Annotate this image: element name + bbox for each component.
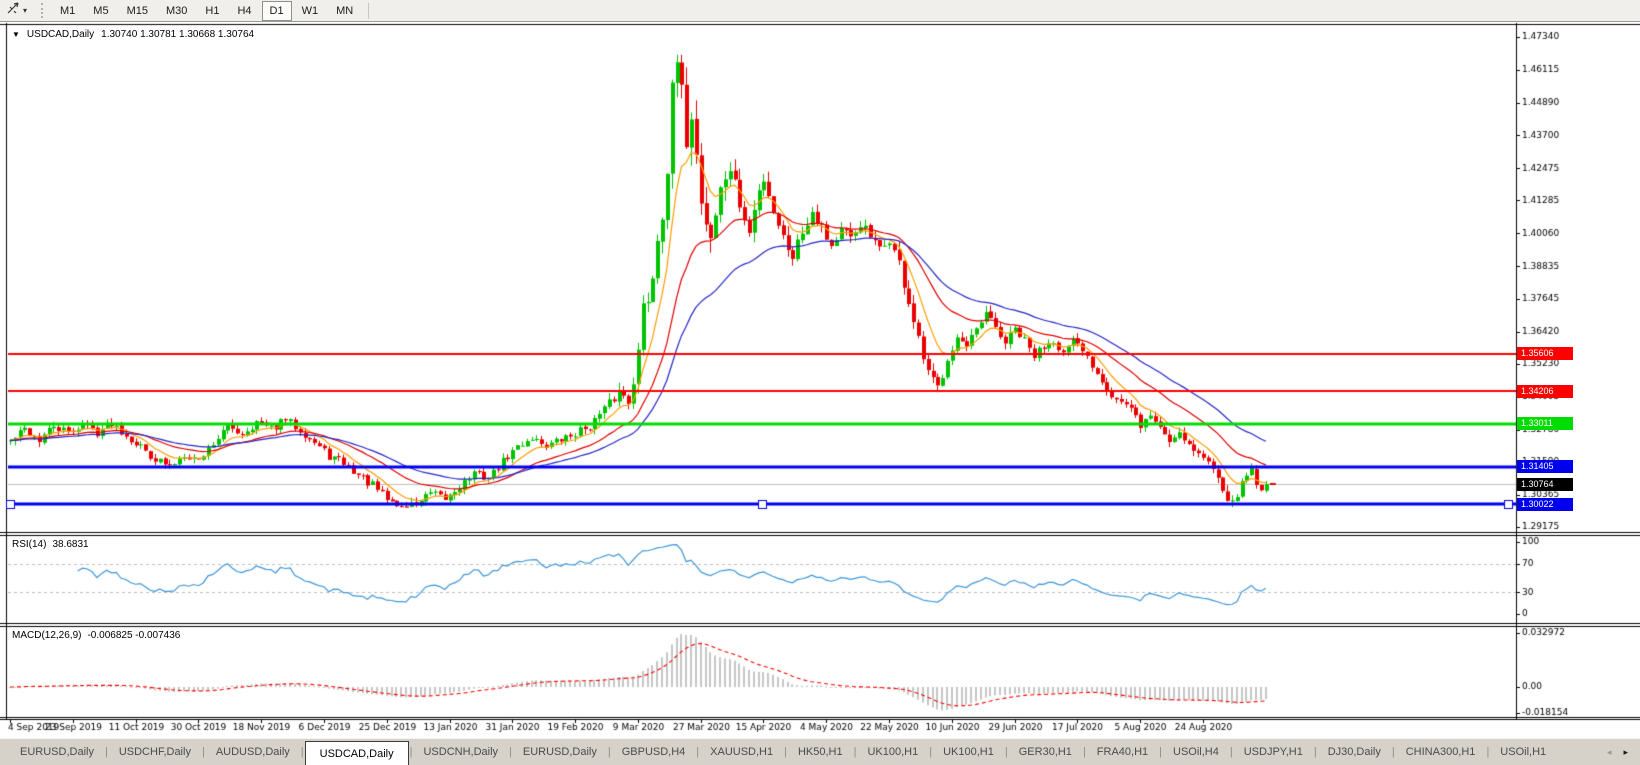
timeframe-button-m30[interactable]: M30 xyxy=(158,1,195,21)
timeframe-button-m1[interactable]: M1 xyxy=(52,1,83,21)
timeframe-button-h1[interactable]: H1 xyxy=(197,1,227,21)
tab-scroll-left-icon[interactable]: ◂ xyxy=(1607,747,1612,757)
bottom-tab-hk50-h1[interactable]: HK50,H1 xyxy=(788,739,853,765)
bottom-tab-china300-h1[interactable]: CHINA300,H1 xyxy=(1396,739,1486,765)
chart-title: ▼ USDCAD,Daily 1.30740 1.30781 1.30668 1… xyxy=(12,29,254,40)
macd-value: -0.006825 -0.007436 xyxy=(87,630,181,641)
timeframe-button-m15[interactable]: M15 xyxy=(119,1,156,21)
chart-window: ▼ USDCAD,Daily 1.30740 1.30781 1.30668 1… xyxy=(0,22,1640,738)
price-tag-1.30022: 1.30022 xyxy=(1517,497,1573,511)
bottom-tab-uk100-h1[interactable]: UK100,H1 xyxy=(933,739,1004,765)
timeframe-button-d1[interactable]: D1 xyxy=(261,0,292,21)
price-tag-1.34206: 1.34206 xyxy=(1517,384,1573,398)
terminal-window: ▾ M1 M5 M15 M30 H1 H4 D1 W1 MN ▼ USDCAD,Daily 1.… xyxy=(0,0,1640,765)
chevron-down-icon: ▾ xyxy=(23,5,28,15)
timeframe-button-h4[interactable]: H4 xyxy=(229,1,259,21)
chart-tab-bar: EURUSD,Daily | USDCHF,Daily | AUDUSD,Daily | U… xyxy=(0,738,1640,765)
bottom-tab-eurusd-daily[interactable]: EURUSD,Daily xyxy=(513,739,607,765)
timeframe-button-m5[interactable]: M5 xyxy=(85,1,116,21)
macd-name: MACD(12,26,9) xyxy=(12,630,82,641)
bottom-tab-uk100-h1[interactable]: UK100,H1 xyxy=(857,739,928,765)
bottom-tab-xauusd-h1[interactable]: XAUUSD,H1 xyxy=(700,739,783,765)
bottom-tab-gbpusd-h4[interactable]: GBPUSD,H4 xyxy=(612,739,696,765)
macd-indicator-label: MACD(12,26,9) -0.006825 -0.007436 xyxy=(12,630,180,641)
price-chart-canvas[interactable] xyxy=(0,22,1640,738)
bottom-tab-audusd-daily[interactable]: AUDUSD,Daily xyxy=(206,739,300,765)
crosshair-tool-icon xyxy=(6,1,21,20)
rsi-name: RSI(14) xyxy=(12,539,47,550)
timeframe-button-mn[interactable]: MN xyxy=(328,1,361,21)
chart-symbol-label: USDCAD,Daily xyxy=(26,29,95,40)
toolbar-grip-handle[interactable] xyxy=(41,3,44,18)
price-tag-1.30764: 1.30764 xyxy=(1517,477,1573,491)
cursor-tool-button[interactable]: ▾ xyxy=(2,0,31,21)
bottom-tab-usdcad-daily[interactable]: USDCAD,Daily xyxy=(304,741,409,765)
tab-scroll-controls: ◂ ▸ xyxy=(1595,739,1640,765)
tab-scroll-right-icon[interactable]: ▸ xyxy=(1623,747,1628,757)
price-tag-1.33011: 1.33011 xyxy=(1517,417,1573,430)
bottom-tab-dj30-daily[interactable]: DJ30,Daily xyxy=(1318,739,1391,765)
toolbar: ▾ M1 M5 M15 M30 H1 H4 D1 W1 MN xyxy=(0,0,1640,22)
bottom-tab-eurusd-daily[interactable]: EURUSD,Daily xyxy=(10,739,104,765)
chart-ohlc-values: 1.30740 1.30781 1.30668 1.30764 xyxy=(101,29,255,40)
bottom-tab-usdcnh-daily[interactable]: USDCNH,Daily xyxy=(413,739,508,765)
toolbar-separator xyxy=(368,2,370,19)
bottom-tab-usoil-h4[interactable]: USOil,H4 xyxy=(1163,739,1229,765)
price-tag-1.35606: 1.35606 xyxy=(1517,347,1573,360)
price-tag-1.31405: 1.31405 xyxy=(1517,460,1573,474)
bottom-tab-ger30-h1[interactable]: GER30,H1 xyxy=(1009,739,1082,765)
bottom-tab-usdchf-daily[interactable]: USDCHF,Daily xyxy=(109,739,201,765)
rsi-indicator-label: RSI(14) 38.6831 xyxy=(12,539,89,550)
timeframe-button-w1[interactable]: W1 xyxy=(294,1,327,21)
bottom-tab-fra40-h1[interactable]: FRA40,H1 xyxy=(1087,739,1158,765)
bottom-tab-usdjpy-h1[interactable]: USDJPY,H1 xyxy=(1234,739,1313,765)
bottom-tab-usoil-h1[interactable]: USOil,H1 xyxy=(1490,739,1556,765)
rsi-value: 38.6831 xyxy=(52,539,89,550)
chart-collapse-icon[interactable]: ▼ xyxy=(12,30,20,39)
